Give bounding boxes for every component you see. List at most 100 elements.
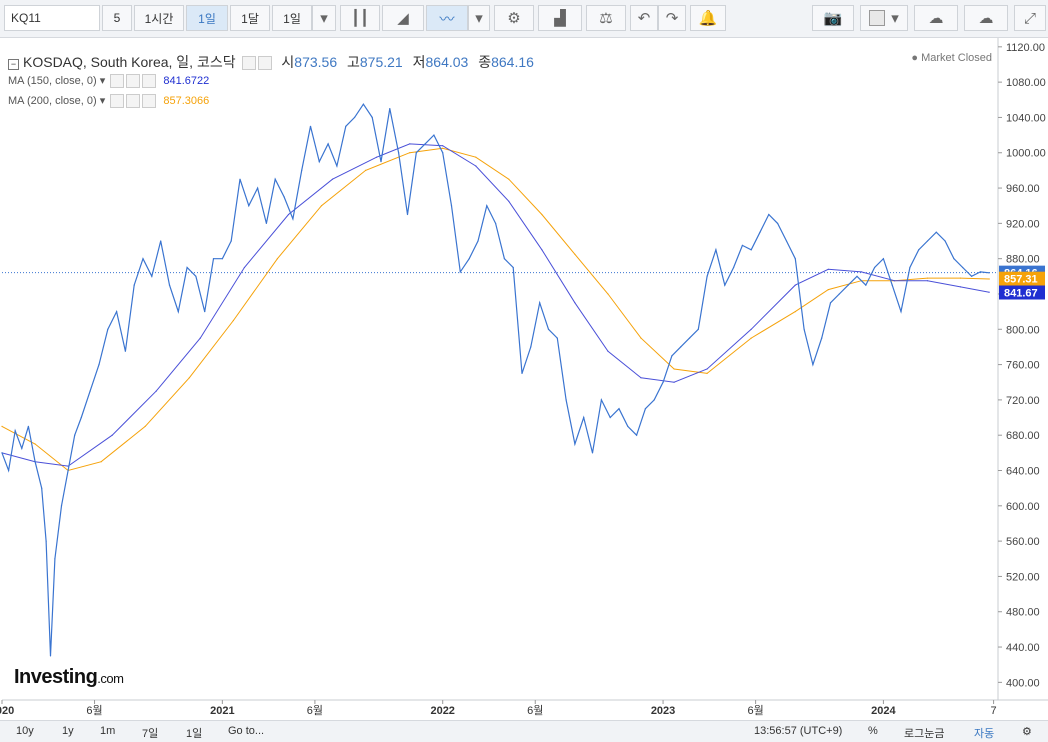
data-point [829, 302, 832, 304]
interval-1h[interactable]: 1시간 [134, 5, 184, 31]
range-7d[interactable]: 7일 [142, 725, 158, 741]
price-chart[interactable]: 400.00 440.00 480.00 520.00 560.00 600.00 640.… [0, 38, 1048, 720]
eye-icon[interactable] [110, 74, 125, 89]
line-button[interactable]: 〰 [426, 5, 468, 31]
data-point [508, 200, 510, 202]
data-point [8, 469, 10, 472]
redo-button[interactable]: ↷ [658, 5, 686, 31]
undo-button[interactable]: ↶ [630, 5, 658, 31]
data-point [265, 222, 267, 224]
data-point [680, 346, 682, 348]
range-1y[interactable]: 1y [62, 725, 74, 737]
data-point [257, 187, 259, 189]
gear-icon[interactable] [126, 74, 141, 89]
y-tick-label: 560.00 [1006, 536, 1040, 548]
eye-icon[interactable] [241, 56, 256, 71]
color-button[interactable]: ▾ [860, 5, 908, 31]
data-point [671, 355, 673, 357]
data-point [327, 143, 329, 145]
range-1d[interactable]: 1일 [186, 725, 202, 741]
chart-type-dropdown[interactable]: ▾ [468, 5, 490, 31]
toolbar: KQ11 5 1시간 1일 1달 1일 ▾ ┃┃ ◢ 〰 ▾ ⚙ ▟ ⚖ ↶ ↷… [0, 0, 1048, 38]
data-point [144, 425, 146, 427]
log-toggle[interactable]: 로그눈금 [904, 725, 944, 741]
compare-button[interactable]: ⚖ [586, 5, 626, 31]
data-point [521, 372, 523, 374]
fullscreen-button[interactable]: ⤢ [1014, 5, 1046, 31]
data-point [406, 213, 409, 216]
data-point [935, 231, 937, 233]
range-1m[interactable]: 1m [100, 725, 115, 737]
data-point [274, 178, 276, 180]
ma150-legend: MA (150, close, 0) ▾ 841.6722 [8, 74, 210, 89]
high-value: 875.21 [359, 54, 403, 70]
data-point [953, 258, 955, 260]
y-tick-label: 600.00 [1006, 501, 1040, 513]
legend-collapse-icon[interactable]: − [8, 59, 19, 70]
data-point [74, 434, 76, 436]
scale-icon: ⚖ [599, 10, 613, 27]
data-point [909, 266, 911, 269]
load-button[interactable]: ☁ [914, 5, 958, 31]
ma150-value: 841.6722 [163, 75, 210, 87]
data-point [944, 240, 946, 242]
y-tick-label: 800.00 [1006, 324, 1040, 336]
data-point [962, 266, 964, 269]
gear-icon: ⚙ [507, 10, 521, 27]
data-point [860, 271, 863, 273]
data-point [893, 280, 896, 282]
data-point [98, 364, 100, 366]
interval-5[interactable]: 5 [102, 5, 132, 31]
candle-button[interactable]: ┃┃ [340, 5, 380, 31]
range-10y[interactable]: 10y [16, 725, 34, 737]
close-icon[interactable] [142, 94, 157, 109]
eye-icon[interactable] [110, 94, 125, 109]
data-point [398, 152, 400, 154]
data-point [607, 350, 609, 352]
auto-toggle[interactable]: 자동 [974, 725, 994, 741]
y-tick-label: 880.00 [1006, 254, 1040, 266]
data-point [442, 152, 444, 154]
interval-dropdown[interactable]: ▾ [312, 5, 336, 31]
legend-title: KOSDAQ, South Korea, 일, 코스닥 [23, 54, 236, 70]
interval-1d[interactable]: 1일 [186, 5, 228, 31]
close-label: 종 [478, 54, 492, 70]
data-point [653, 399, 655, 401]
symbol-input[interactable]: KQ11 [4, 5, 100, 31]
data-point [34, 461, 36, 463]
data-point [882, 258, 885, 260]
data-point [644, 408, 647, 410]
gear-icon[interactable] [257, 56, 272, 71]
settings-button[interactable]: ⚙ [494, 5, 534, 31]
goto-button[interactable]: Go to... [228, 725, 264, 737]
data-point [160, 240, 162, 242]
y-tick-label: 400.00 [1006, 677, 1040, 689]
y-tick-label: 1040.00 [1006, 112, 1046, 124]
data-point [812, 364, 814, 366]
x-tick-label: 2023 [651, 705, 675, 717]
area-button[interactable]: ◢ [382, 5, 424, 31]
percent-toggle[interactable]: % [868, 725, 878, 737]
interval-custom[interactable]: 1일 [272, 5, 312, 31]
close-icon[interactable] [142, 74, 157, 89]
data-point [874, 266, 876, 269]
gear-icon[interactable]: ⚙ [1022, 725, 1032, 738]
data-point [54, 558, 56, 560]
interval-1m[interactable]: 1달 [230, 5, 270, 31]
data-point [67, 469, 69, 472]
save-button[interactable]: ☁ [964, 5, 1008, 31]
data-point [706, 275, 708, 277]
data-point [248, 205, 250, 207]
indicators-button[interactable]: ▟ [538, 5, 582, 31]
investing-logo: Investing.com [14, 666, 124, 688]
snapshot-button[interactable]: 📷 [812, 5, 854, 31]
data-point [759, 231, 761, 233]
data-point [662, 381, 664, 383]
alert-button[interactable]: 🔔 [690, 5, 726, 31]
low-label: 저 [412, 54, 426, 70]
gear-icon[interactable] [126, 94, 141, 109]
data-point [301, 169, 303, 171]
data-point [750, 337, 752, 339]
data-point [627, 425, 629, 427]
data-point [433, 134, 435, 136]
